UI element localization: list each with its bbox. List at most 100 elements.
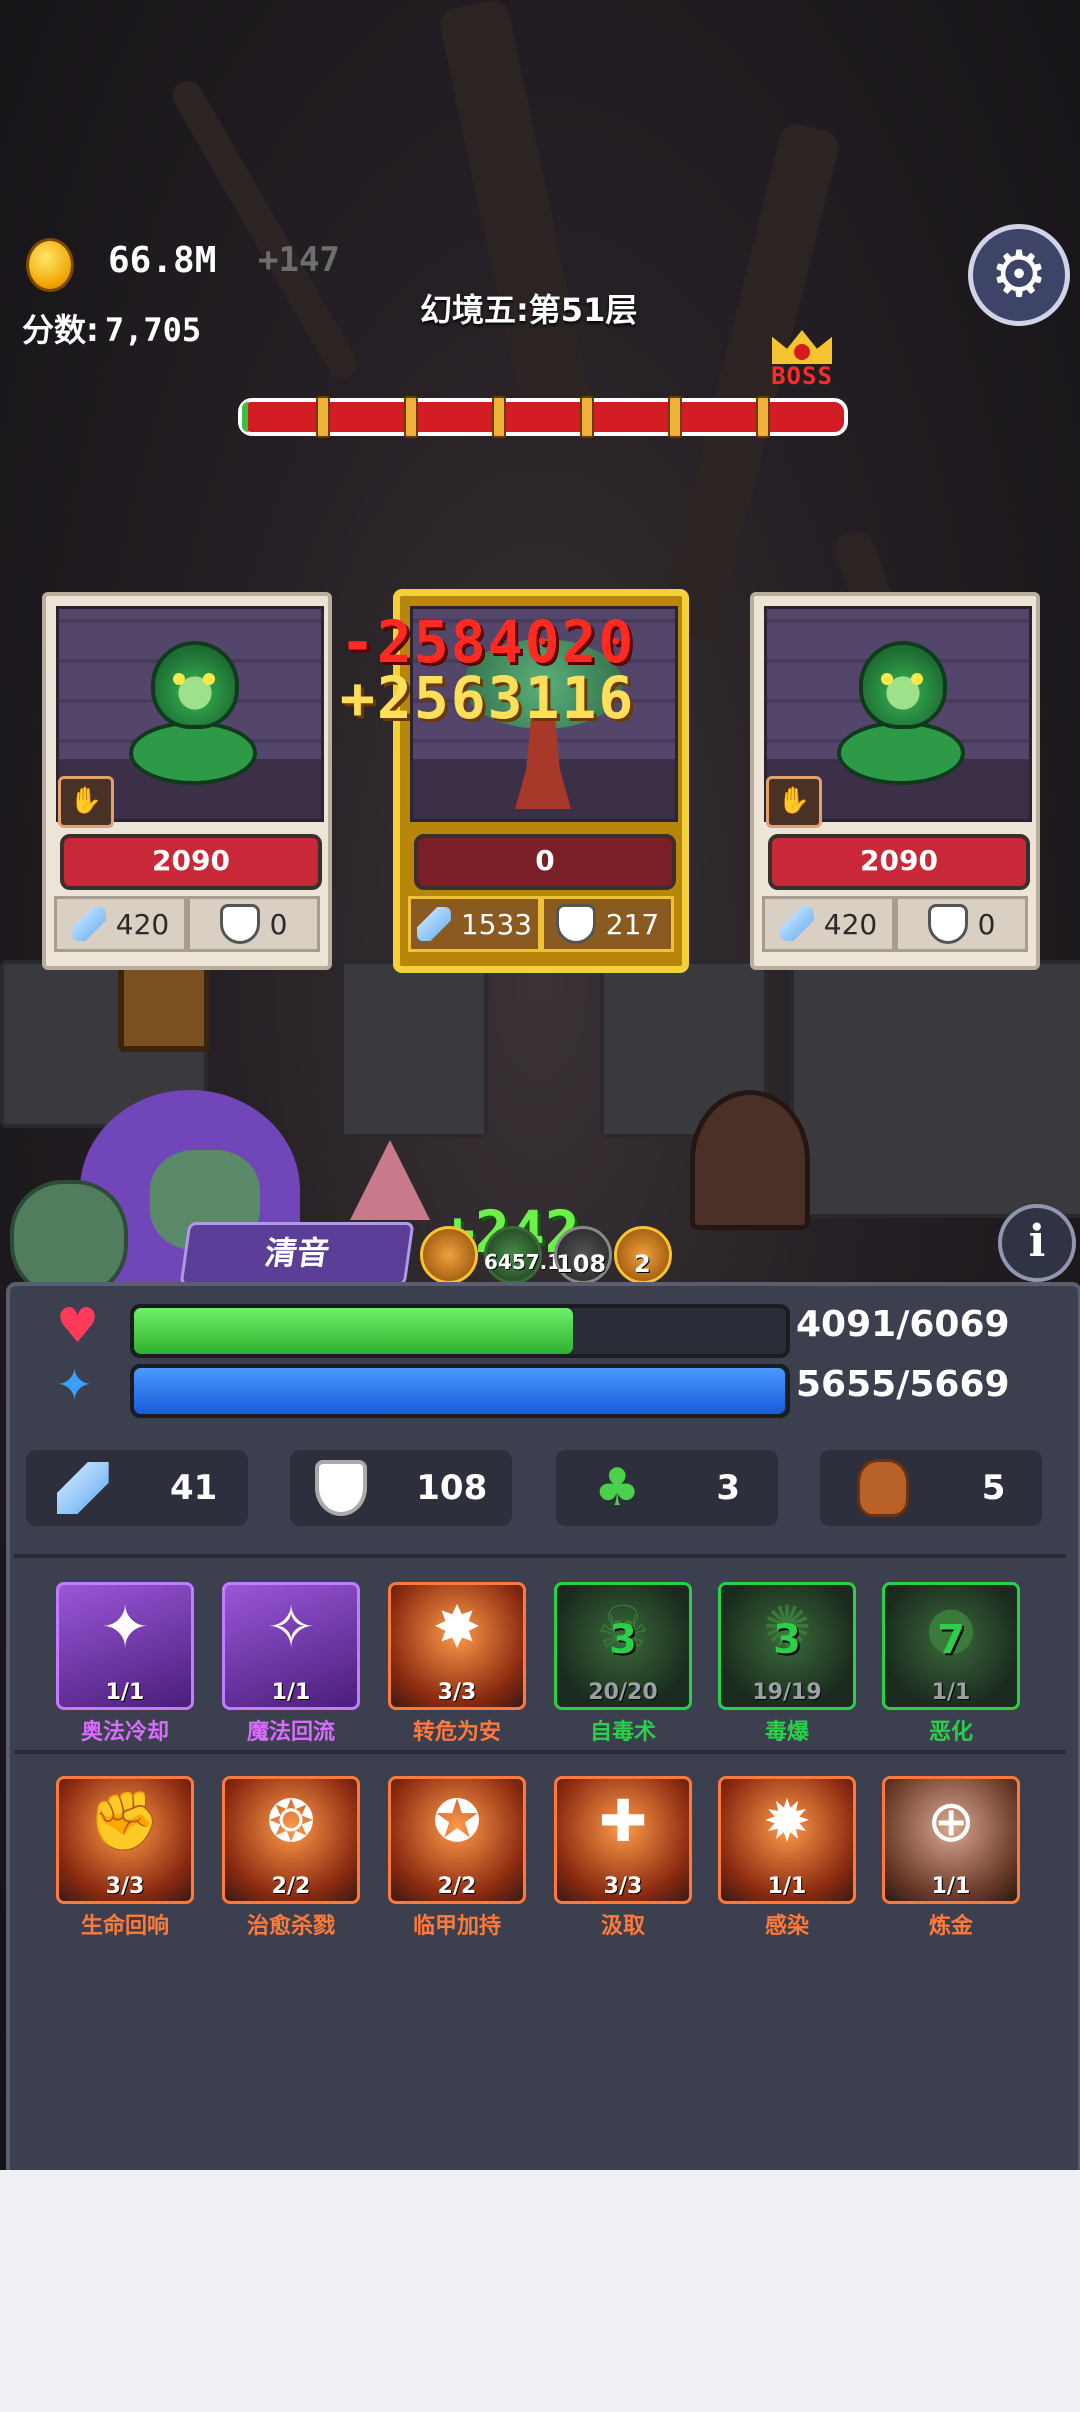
mp-bar-fill: [134, 1368, 785, 1414]
skill-name: 魔法回流: [246, 1720, 335, 1745]
skill-mana-reflux[interactable]: ✧ 1/1 魔法回流: [222, 1582, 360, 1746]
enemy-stats: 1533 217: [408, 896, 674, 952]
skill-count: 3: [773, 1617, 801, 1663]
shield-icon: [555, 904, 596, 944]
skill-turn-danger[interactable]: ✸ 3/3 转危为安: [388, 1582, 526, 1746]
skill-name: 转危为安: [412, 1720, 501, 1745]
buff-icon[interactable]: [420, 1226, 478, 1284]
attack-stat[interactable]: 41: [26, 1450, 248, 1526]
score-value: 7,705: [104, 311, 202, 349]
bag-stat[interactable]: 5: [820, 1450, 1042, 1526]
info-icon: i: [1028, 1216, 1046, 1267]
attack-value: 420: [115, 907, 170, 941]
skill-name: 恶化: [928, 1720, 973, 1745]
enemy-card-right[interactable]: ✋ 2090 420 0: [750, 582, 1054, 970]
flex-arm-icon: ✊: [88, 1787, 162, 1855]
skill-level: 1/1: [931, 1874, 971, 1899]
clover-icon: ♣: [593, 1458, 641, 1518]
skill-level: 1/1: [105, 1680, 145, 1705]
enemy-defense: 0: [895, 896, 1028, 952]
money-bag-icon: [856, 1459, 909, 1517]
gold-popup: +2563116: [340, 664, 636, 732]
skill-level: 2/2: [437, 1874, 477, 1899]
skill-level: 1/1: [931, 1680, 971, 1705]
burst-icon: ✸: [432, 1593, 482, 1661]
score: 分数: 7,705: [22, 305, 201, 351]
dead-tree-trunk: [437, 0, 593, 423]
skill-heal-slay[interactable]: ❂ 2/2 治愈杀戮: [222, 1776, 360, 1940]
enemy-stats: 420 0: [54, 896, 320, 952]
divider: [14, 1554, 1066, 1558]
skill-name: 治愈杀戮: [246, 1914, 335, 1939]
stage-progress-bar: [238, 396, 848, 438]
level-title: 幻境五:第51层: [420, 291, 638, 329]
progress-segment: [492, 396, 506, 438]
enemy-stats: 420 0: [762, 896, 1028, 952]
skill-name: 毒爆: [764, 1720, 809, 1745]
progress-segment: [404, 396, 418, 438]
progress-segment: [756, 396, 770, 438]
mana-flow-icon: ✧: [266, 1593, 316, 1661]
skill-life-echo[interactable]: ✊ 3/3 生命回响: [56, 1776, 194, 1940]
skill-poison-burst[interactable]: ✺ 3 19/19 毒爆: [718, 1582, 856, 1746]
enemy-attack: 1533: [408, 896, 541, 952]
enemy-card-left[interactable]: ✋ 2090 420 0: [42, 582, 346, 970]
settings-button[interactable]: ⚙: [968, 224, 1070, 326]
bag-value: 5: [981, 1468, 1006, 1508]
skill-worsen[interactable]: ● 7 1/1 恶化: [882, 1582, 1020, 1746]
defense-value: 0: [977, 907, 996, 941]
luck-stat[interactable]: ♣ 3: [556, 1450, 778, 1526]
skill-level: 3/3: [603, 1874, 643, 1899]
skill-infect[interactable]: ✹ 1/1 感染: [718, 1776, 856, 1940]
splash-icon: ✹: [762, 1787, 812, 1855]
skill-count: 7: [937, 1617, 965, 1663]
defense-stat[interactable]: 108: [290, 1450, 512, 1526]
snake-enemy: [837, 641, 965, 785]
sword-icon: [416, 907, 451, 941]
stage-progress-fill: [242, 402, 249, 432]
defense-value: 217: [605, 907, 660, 941]
skill-armor-bless[interactable]: ✪ 2/2 临甲加持: [388, 1776, 526, 1940]
enemy-defense: 217: [541, 896, 674, 952]
skill-name: 炼金: [928, 1914, 973, 1939]
hp-text: 4091/6069: [796, 1304, 1010, 1345]
skill-name: 奥法冷却: [80, 1720, 169, 1745]
claw-icon: ✋: [58, 776, 114, 828]
skill-level: 1/1: [767, 1874, 807, 1899]
info-button[interactable]: i: [998, 1204, 1076, 1282]
attack-value: 1533: [460, 907, 533, 941]
skill-count: 3: [609, 1617, 637, 1663]
skill-level: 2/2: [271, 1874, 311, 1899]
drain-icon: ✚: [598, 1787, 648, 1855]
skill-name: 感染: [764, 1914, 809, 1939]
skill-drain[interactable]: ✚ 3/3 汲取: [554, 1776, 692, 1940]
skill-arcane-cooldown[interactable]: ✦ 1/1 奥法冷却: [56, 1582, 194, 1746]
skill-alchemy[interactable]: ⊕ 1/1 炼金: [882, 1776, 1020, 1940]
mp-text: 5655/5669: [796, 1364, 1010, 1405]
attack-value: 41: [169, 1468, 218, 1508]
mana-icon: ✦: [56, 1360, 93, 1411]
defense-value: 108: [416, 1468, 488, 1508]
buff-value: 6457.1: [484, 1250, 562, 1274]
skill-level: 1/1: [271, 1680, 311, 1705]
crown-gem: [794, 344, 810, 360]
score-label: 分数:: [22, 311, 99, 349]
divider: [14, 1750, 1066, 1754]
skill-name: 自毒术: [589, 1720, 656, 1745]
skill-self-poison[interactable]: ☠ 3 20/20 自毒术: [554, 1582, 692, 1746]
skill-level: 19/19: [752, 1680, 822, 1705]
barrel: [690, 1090, 810, 1230]
sword-icon: [71, 907, 106, 941]
healer-icon: ❂: [266, 1787, 316, 1855]
enemy-hp: 2090: [768, 834, 1030, 890]
luck-value: 3: [716, 1468, 741, 1508]
progress-segment: [668, 396, 682, 438]
hero-claw: [350, 1140, 430, 1220]
gear-icon: ⚙: [990, 238, 1048, 312]
shield-icon: [927, 904, 968, 944]
snake-enemy: [129, 641, 257, 785]
target-icon: ⊕: [926, 1787, 976, 1855]
shield-icon: [219, 904, 260, 944]
hero-name: 清音: [179, 1222, 415, 1286]
buff-value: 108: [556, 1250, 607, 1278]
